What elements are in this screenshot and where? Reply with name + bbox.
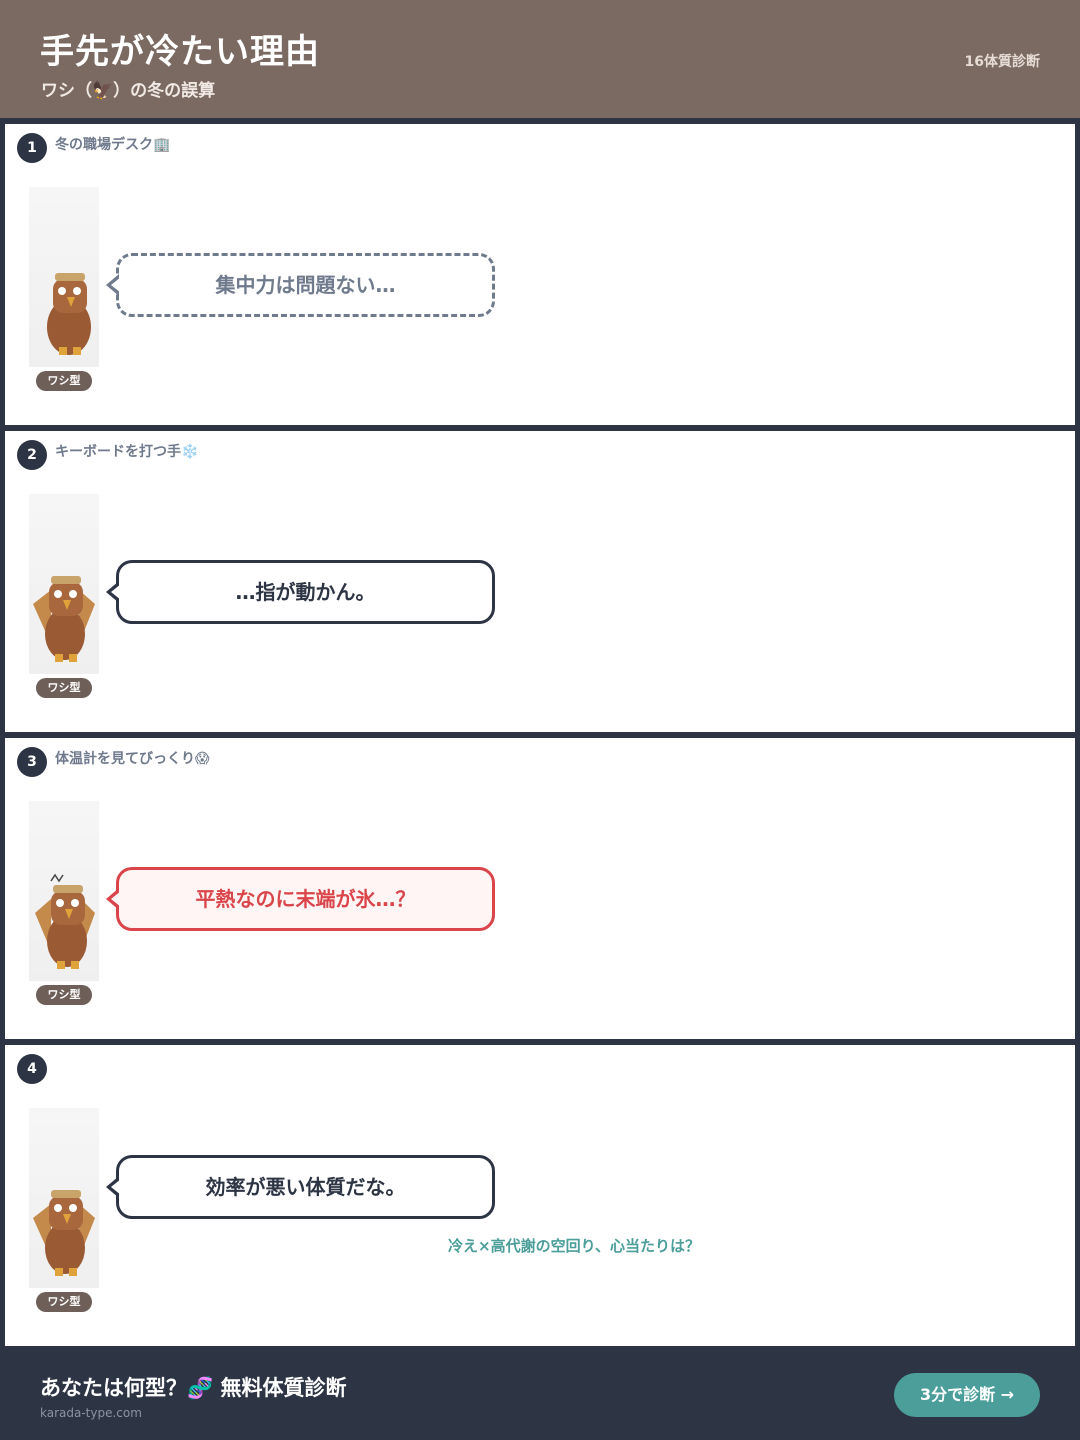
comic-panel-4: 4 ワシ型 効率が悪い体質だな。 冷え×高代謝の空回り、心当たりは？ [5, 1045, 1075, 1346]
header: 手先が冷たい理由 ワシ（🦅）の冬の誤算 16体質診断 [0, 0, 1080, 118]
panel-number: 1 [17, 133, 47, 163]
panel-number: 4 [17, 1054, 47, 1084]
panel-caption: 体温計を見てびっくり😱 [55, 751, 210, 767]
speech-bubble: 集中力は問題ない… [106, 253, 495, 317]
speech-text: 平熱なのに末端が氷…？ [195, 887, 416, 911]
speech-text: 効率が悪い体質だな。 [205, 1175, 406, 1199]
character-type-tag: ワシ型 [36, 1292, 92, 1312]
eagle-character-image [29, 1108, 99, 1288]
speech-bubble: 平熱なのに末端が氷…？ [106, 867, 495, 931]
speech-text: 集中力は問題ない… [215, 273, 396, 297]
panel-number: 3 [17, 747, 47, 777]
footer-cta: あなたは何型？🧬 無料体質診断 karada-type.com 3分で診断 → [0, 1348, 1080, 1440]
brand-label: 16体質診断 [964, 54, 1040, 70]
page-subtitle: ワシ（🦅）の冬の誤算 [41, 81, 216, 101]
character-type-tag: ワシ型 [36, 985, 92, 1005]
panel-caption: キーボードを打つ手❄️ [55, 444, 199, 460]
eagle-character-image [29, 187, 99, 367]
comic-panel-2: 2 キーボードを打つ手❄️ ワシ型 …指が動かん。 [5, 431, 1075, 732]
speech-bubble: …指が動かん。 [106, 560, 495, 624]
cta-title: あなたは何型？🧬 無料体質診断 [40, 1376, 347, 1400]
speech-text: …指が動かん。 [235, 580, 376, 604]
hook-text: 冷え×高代謝の空回り、心当たりは？ [448, 1237, 700, 1255]
speech-bubble: 効率が悪い体質だな。 [106, 1155, 495, 1219]
eagle-character-image [29, 801, 99, 981]
site-url: karada-type.com [40, 1406, 142, 1420]
panel-caption: 冬の職場デスク🏢 [55, 137, 171, 153]
start-diagnosis-button[interactable]: 3分で診断 → [894, 1373, 1040, 1417]
character-type-tag: ワシ型 [36, 678, 92, 698]
eagle-character-image [29, 494, 99, 674]
page-title: 手先が冷たい理由 [40, 32, 320, 72]
panel-number: 2 [17, 440, 47, 470]
comic-panel-3: 3 体温計を見てびっくり😱 ワシ型 平熱なのに末端が氷…？ [5, 738, 1075, 1039]
character-type-tag: ワシ型 [36, 371, 92, 391]
comic-panel-1: 1 冬の職場デスク🏢 ワシ型 集中力は問題ない… [5, 124, 1075, 425]
